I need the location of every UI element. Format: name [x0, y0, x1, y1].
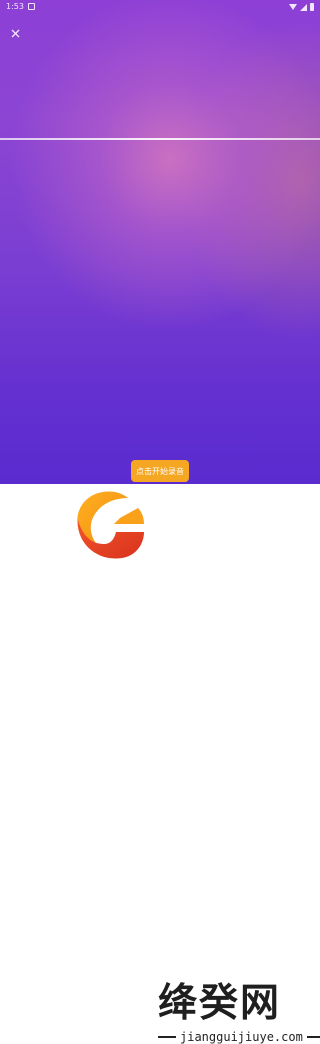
- start-recording-button[interactable]: 点击开始录音: [131, 460, 189, 482]
- battery-icon: [310, 3, 314, 11]
- g-swirl-logo-icon: [77, 491, 144, 559]
- app-notification-icon: [28, 3, 35, 10]
- recorder-screen: 1:53 点击开始录音: [0, 0, 320, 484]
- watermark-domain: jiangguijiuye.com: [180, 1030, 303, 1044]
- status-icons: [289, 2, 314, 12]
- close-button[interactable]: [8, 26, 24, 42]
- wifi-icon: [289, 4, 297, 10]
- close-icon: [11, 29, 20, 38]
- scan-line: [0, 138, 320, 140]
- watermark-banner: 绛癸网 jiangguijiuye.com: [0, 484, 320, 1044]
- divider: [306, 1036, 320, 1038]
- status-time: 1:53: [6, 2, 24, 11]
- watermark-logo-text: 绛癸网: [158, 981, 282, 1026]
- watermark-domain-row: jiangguijiuye.com: [158, 1030, 320, 1044]
- status-bar: 1:53: [0, 0, 320, 14]
- signal-icon: [300, 3, 307, 11]
- divider: [158, 1036, 176, 1038]
